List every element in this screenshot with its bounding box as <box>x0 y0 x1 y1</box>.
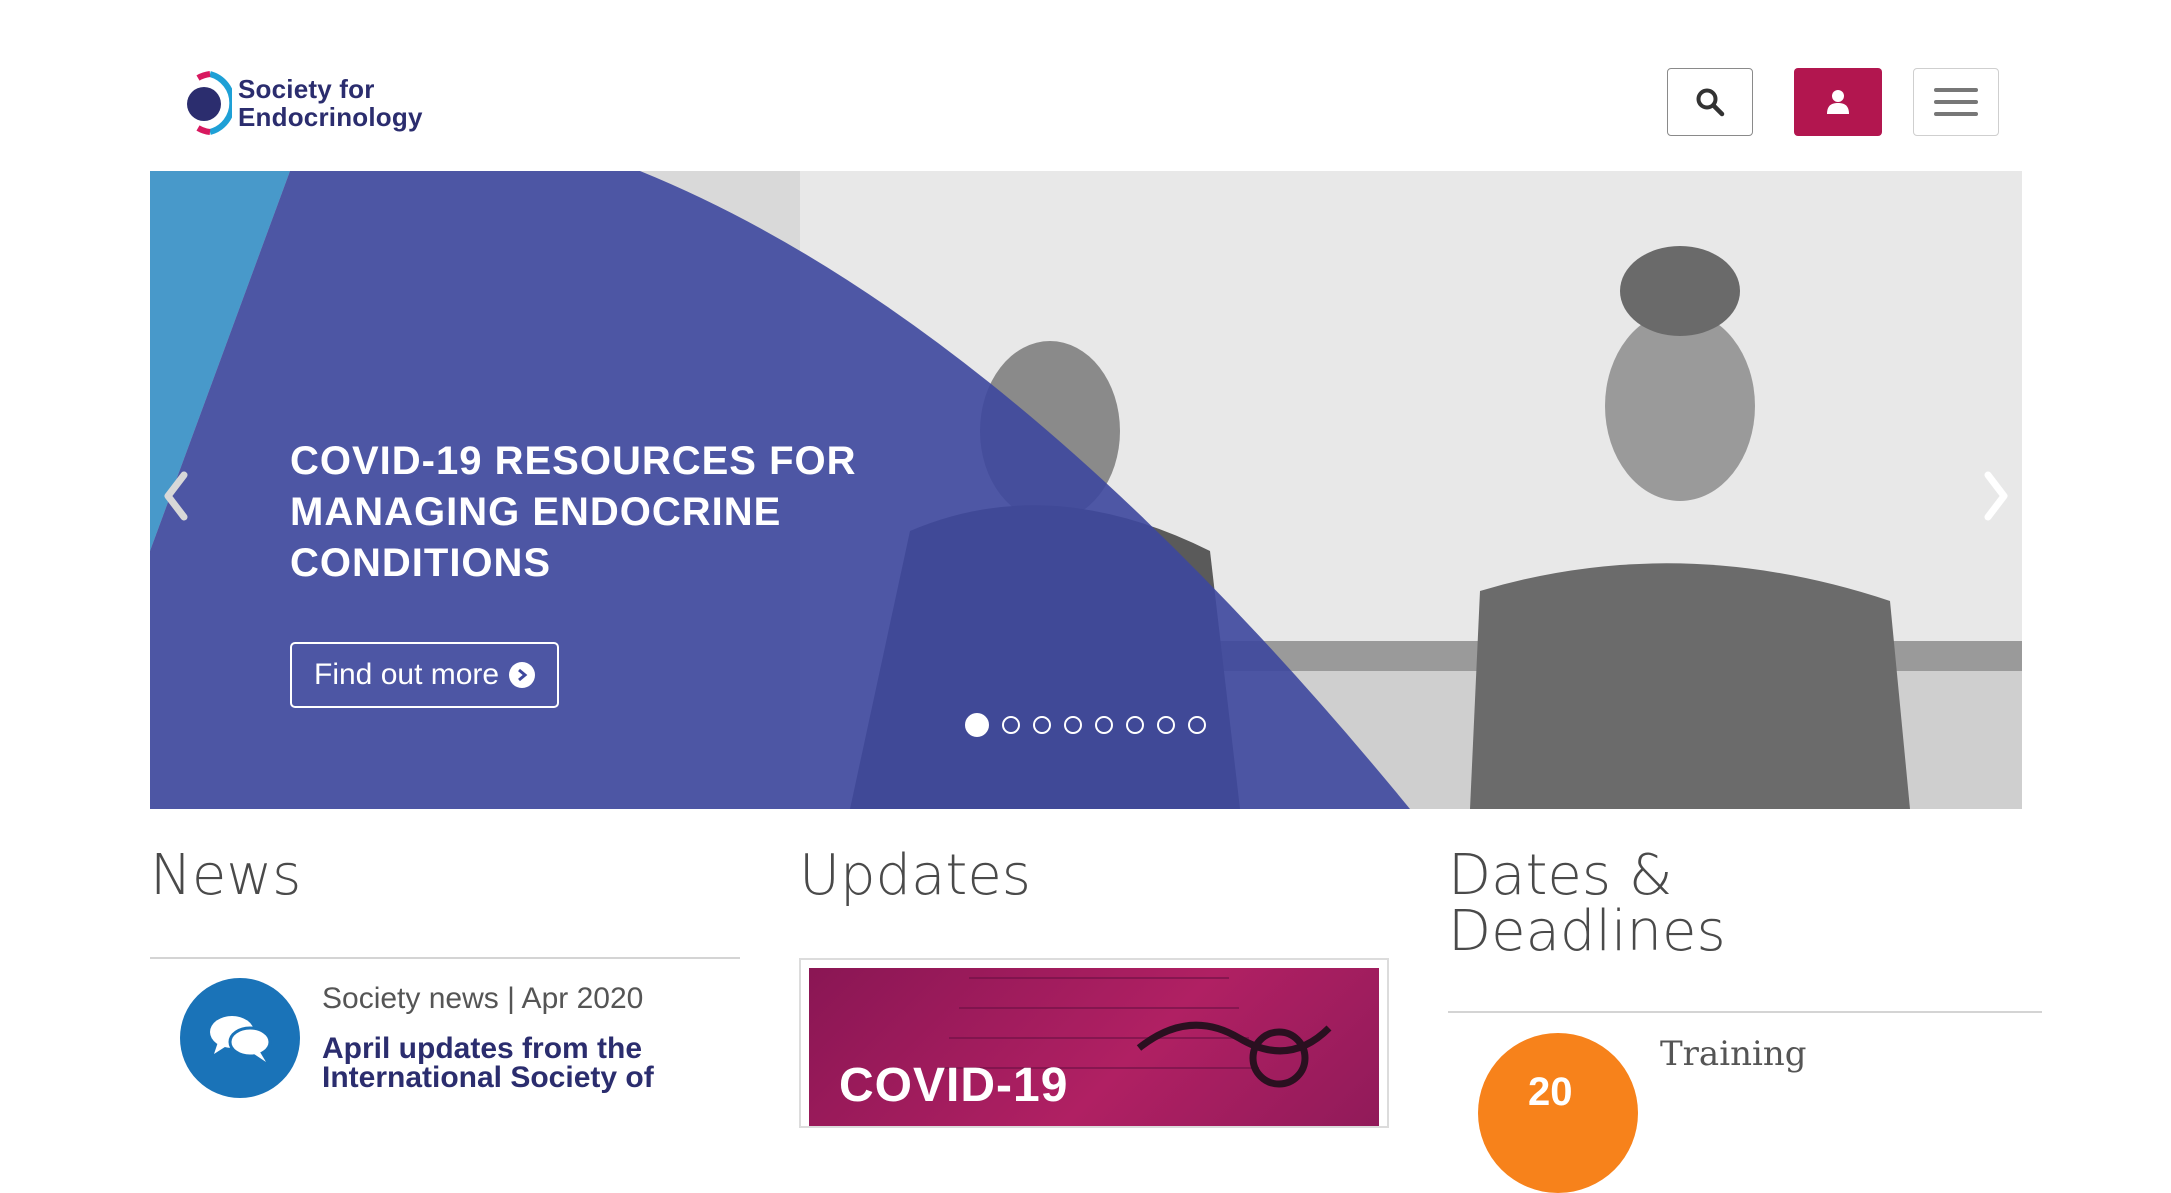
site-logo[interactable]: Society for Endocrinology <box>180 68 423 138</box>
hamburger-bar <box>1934 112 1978 116</box>
carousel-dot[interactable] <box>1095 716 1113 734</box>
update-card[interactable]: COVID-19 <box>799 958 1389 1128</box>
chat-bubbles-icon <box>210 1016 272 1062</box>
carousel-dot[interactable] <box>965 713 989 737</box>
account-button[interactable] <box>1794 68 1882 136</box>
menu-toggle-button[interactable] <box>1913 68 1999 136</box>
carousel-dot[interactable] <box>1002 716 1020 734</box>
date-day: 20 <box>1528 1070 1573 1114</box>
news-item-title[interactable]: April updates from the International Soc… <box>322 1034 732 1093</box>
carousel-dot[interactable] <box>1188 716 1206 734</box>
logo-line-2: Endocrinology <box>238 102 423 132</box>
search-button[interactable] <box>1667 68 1753 136</box>
updates-section: Updates COVID-19 <box>799 843 1389 1128</box>
user-icon <box>1827 90 1849 114</box>
news-item-meta: Society news | Apr 2020 <box>322 982 644 1015</box>
logo-mark-icon <box>187 71 232 135</box>
news-divider <box>150 957 740 959</box>
search-icon <box>1696 88 1725 117</box>
carousel-indicators <box>965 713 1219 737</box>
carousel-dot[interactable] <box>1033 716 1051 734</box>
carousel-dot[interactable] <box>1064 716 1082 734</box>
find-out-more-button[interactable]: Find out more <box>290 642 560 708</box>
dates-section: Dates & Deadlines 20 Training <box>1448 843 2042 1193</box>
update-card-image: COVID-19 <box>809 968 1379 1126</box>
carousel-dot[interactable] <box>1126 716 1144 734</box>
carousel-prev-icon[interactable] <box>156 461 196 531</box>
update-card-label: COVID-19 <box>839 1059 1069 1112</box>
news-item-icon <box>180 978 300 1098</box>
logo-text: Society for Endocrinology <box>238 75 423 131</box>
dates-heading: Dates & Deadlines <box>1448 843 1726 964</box>
news-heading: News <box>150 843 302 908</box>
updates-heading: Updates <box>799 843 1031 908</box>
carousel-next-icon[interactable] <box>1976 461 2016 531</box>
carousel-dot[interactable] <box>1157 716 1175 734</box>
date-item-type[interactable]: Training <box>1660 1034 1807 1074</box>
news-section: News Society news | Apr 2020 April updat… <box>150 843 740 1098</box>
logo-line-1: Society for <box>238 74 375 104</box>
dates-divider <box>1448 1011 2042 1013</box>
chevron-circle-right-icon <box>509 662 536 688</box>
hero-carousel: COVID-19 RESOURCES FOR MANAGING ENDOCRIN… <box>150 171 2022 809</box>
cta-label: Find out more <box>314 658 500 691</box>
page-container: Society for Endocrinology COVID-19 RESOU… <box>150 0 2042 1193</box>
hamburger-bar <box>1934 100 1978 104</box>
hero-title: COVID-19 RESOURCES FOR MANAGING ENDOCRIN… <box>290 439 857 585</box>
hamburger-menu-icon <box>1934 88 1978 92</box>
